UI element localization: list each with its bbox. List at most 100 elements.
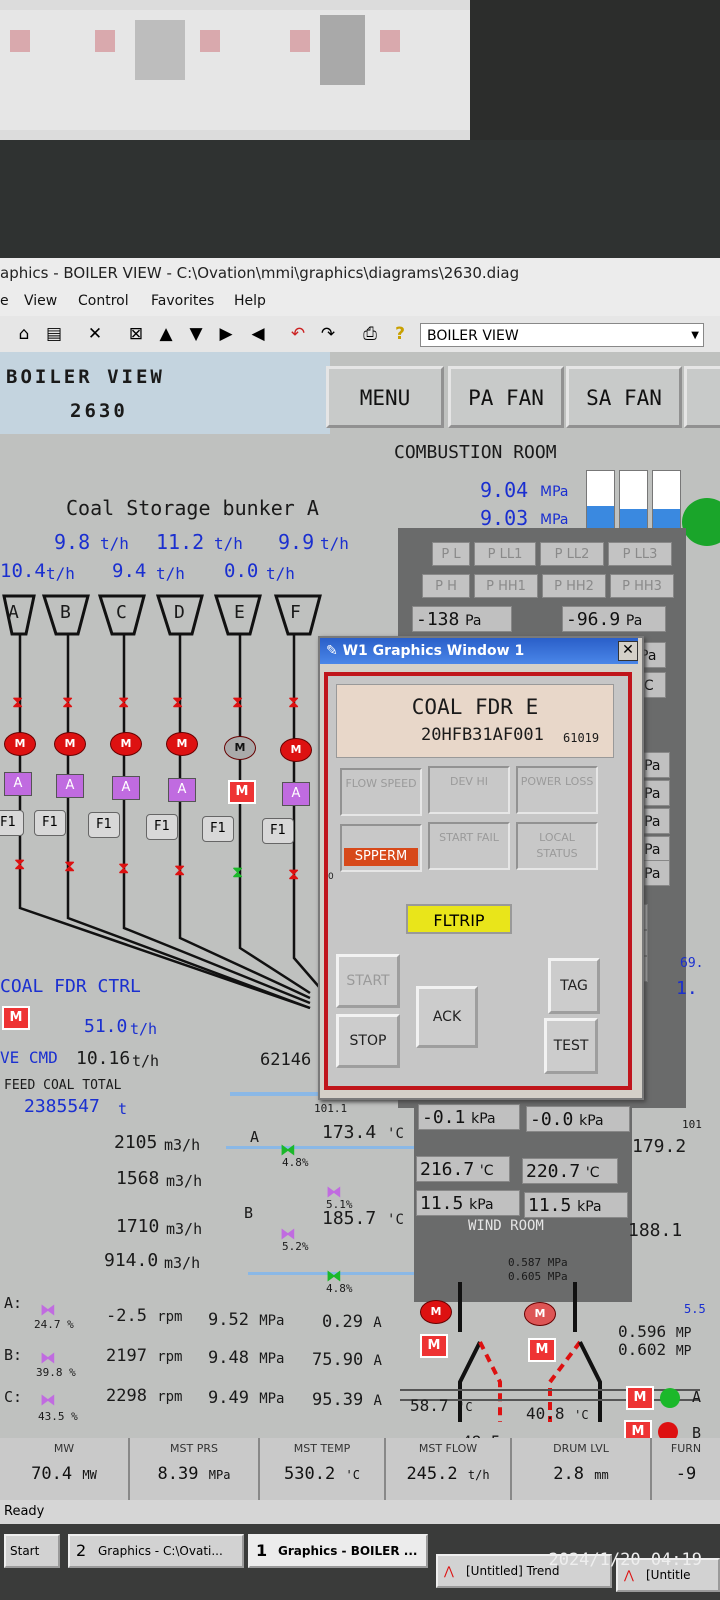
hopper-a-label: A xyxy=(8,602,19,623)
bunker-rate-4-unit: t/h xyxy=(46,564,75,583)
fan-a-manual-box[interactable]: M xyxy=(420,1334,448,1358)
lamp-p-l: P L xyxy=(432,542,470,566)
view-select-value: BOILER VIEW xyxy=(427,328,519,344)
manual-box-e[interactable]: M xyxy=(228,780,256,804)
back-icon[interactable]: ↶ xyxy=(288,324,308,344)
mill-a-valve-icon[interactable]: ⧓ xyxy=(40,1300,56,1319)
status-mst-flow: MST FLOW 245.2 t/h xyxy=(386,1438,512,1500)
f1-button-d[interactable]: F1 xyxy=(146,814,178,840)
dialog-close-button[interactable]: ✕ xyxy=(618,641,638,661)
furnace-pressure-1-value: -138 xyxy=(416,609,460,630)
device-name: COAL FDR E xyxy=(411,695,539,719)
home-icon[interactable]: ⌂ xyxy=(14,324,34,344)
nav-button-more[interactable] xyxy=(684,366,720,428)
pin-icon: ✎ xyxy=(326,643,338,659)
menu-favorites[interactable]: Favorites xyxy=(151,293,214,309)
task-graphics-ovation[interactable]: 2 Graphics - C:\Ovati... xyxy=(68,1534,244,1568)
print-icon[interactable]: ⎙ xyxy=(360,324,380,344)
auto-box-c[interactable]: A xyxy=(112,776,140,800)
window-title: aphics - BOILER VIEW - C:\Ovation\mmi\gr… xyxy=(0,258,720,288)
fan-b-motor[interactable]: M xyxy=(524,1302,556,1326)
valve-c2-icon[interactable]: ⧗ xyxy=(118,858,129,878)
feeder-motor-c[interactable]: M xyxy=(110,732,142,756)
damper-4-pct-value: 4.8 xyxy=(326,1282,346,1295)
dialog-title-bar[interactable]: ✎ W1 Graphics Window 1 xyxy=(320,638,638,664)
arrow-down-icon[interactable]: ▼ xyxy=(186,324,206,344)
bunker-rate-3: 9.9 xyxy=(278,530,315,554)
arrow-up-icon[interactable]: ▲ xyxy=(156,324,176,344)
valve-c1-icon[interactable]: ⧗ xyxy=(118,692,129,712)
zoom-icon[interactable]: ⊠ xyxy=(126,324,146,344)
fan-a-motor[interactable]: M xyxy=(420,1300,452,1324)
mill-c-rpm-unit: rpm xyxy=(157,1389,183,1405)
feeder-motor-a[interactable]: M xyxy=(4,732,36,756)
arrow-left-icon[interactable]: ◀ xyxy=(248,324,268,344)
start-button-taskbar[interactable]: Start xyxy=(4,1534,60,1568)
f1-button-e[interactable]: F1 xyxy=(202,816,234,842)
feeder-motor-e[interactable]: M xyxy=(224,736,256,760)
f1-button-f[interactable]: F1 xyxy=(262,818,294,844)
arrow-right-icon[interactable]: ▶ xyxy=(216,324,236,344)
damper-top-pct: 101.1 xyxy=(314,1102,348,1115)
valve-b1-icon[interactable]: ⧗ xyxy=(62,692,73,712)
valve-d1-icon[interactable]: ⧗ xyxy=(172,692,183,712)
f1-button-c[interactable]: F1 xyxy=(88,812,120,838)
status-mw-unit: MW xyxy=(82,1468,97,1482)
view-select[interactable]: BOILER VIEW ▼ xyxy=(420,323,704,347)
test-button[interactable]: TEST xyxy=(544,1018,598,1074)
valve-f2-icon[interactable]: ⧗ xyxy=(288,864,299,884)
sa-fan-button[interactable]: SA FAN xyxy=(566,366,682,428)
status-mst-flow-value: 245.2 t/h xyxy=(386,1464,510,1484)
feeder-motor-f[interactable]: M xyxy=(280,738,312,762)
flow-2-unit: m3/h xyxy=(166,1172,203,1190)
mill-c-valve-icon[interactable]: ⧓ xyxy=(40,1390,56,1409)
valve-b2-icon[interactable]: ⧗ xyxy=(64,856,75,876)
auto-box-a[interactable]: A xyxy=(4,772,32,796)
auto-box-d[interactable]: A xyxy=(168,778,196,802)
help-icon[interactable]: ? xyxy=(390,324,410,344)
mill-a-mpa: 9.52 MPa xyxy=(208,1310,285,1330)
menu-control[interactable]: Control xyxy=(78,293,129,309)
status-mst-prs-value: 8.39 MPa xyxy=(130,1464,258,1484)
f1-button-a[interactable]: F1 xyxy=(0,810,24,836)
mill-c-amp: 95.39 A xyxy=(312,1390,382,1410)
fan-b-manual-box[interactable]: M xyxy=(528,1338,556,1362)
valve-a2-icon[interactable]: ⧗ xyxy=(14,854,25,874)
menu-view[interactable]: View xyxy=(24,293,57,309)
mill-b-valve-icon[interactable]: ⧓ xyxy=(40,1348,56,1367)
status-mw: MW 70.4 MW xyxy=(0,1438,130,1500)
cmd-value: 10.16 xyxy=(76,1048,131,1069)
feeder-motor-b[interactable]: M xyxy=(54,732,86,756)
right-value-3: 5.5 xyxy=(684,1302,706,1316)
ack-button[interactable]: ACK xyxy=(416,986,478,1048)
valve-f1-icon[interactable]: ⧗ xyxy=(288,692,299,712)
close-icon[interactable]: ✕ xyxy=(85,324,105,344)
fan-c-manual-box[interactable]: M xyxy=(626,1386,654,1410)
menu-button[interactable]: MENU xyxy=(326,366,444,428)
valve-a1-icon[interactable]: ⧗ xyxy=(12,692,23,712)
coal-ctrl-manual-box[interactable]: M xyxy=(2,1006,30,1030)
auto-box-b[interactable]: A xyxy=(56,774,84,798)
forward-icon[interactable]: ↷ xyxy=(318,324,338,344)
task-graphics-boiler[interactable]: 1 Graphics - BOILER ... xyxy=(248,1534,428,1568)
valve-d2-icon[interactable]: ⧗ xyxy=(174,860,185,880)
stop-button[interactable]: STOP xyxy=(336,1014,400,1068)
f1-button-b[interactable]: F1 xyxy=(34,810,66,836)
feeder-motor-d[interactable]: M xyxy=(166,732,198,756)
valve-e2-icon[interactable]: ⧗ xyxy=(232,862,243,882)
pa-fan-button[interactable]: PA FAN xyxy=(448,366,564,428)
menu-help[interactable]: Help xyxy=(234,293,266,309)
status-summary: MW 70.4 MW MST PRS 8.39 MPa MST TEMP 530… xyxy=(0,1438,720,1500)
folder-icon[interactable]: ▤ xyxy=(44,324,64,344)
hopper-d-label: D xyxy=(174,602,185,623)
hopper-f-label: F xyxy=(290,602,301,623)
status-mw-value: 70.4 MW xyxy=(0,1464,128,1484)
tag-button[interactable]: TAG xyxy=(548,958,600,1014)
small-press-1: 0.587 MPa xyxy=(508,1256,568,1269)
mill-c-pct-unit: % xyxy=(71,1410,78,1423)
valve-e1-icon[interactable]: ⧗ xyxy=(232,692,243,712)
menu-file[interactable]: e xyxy=(0,293,9,309)
dialog-zero-label: 0 xyxy=(328,872,334,882)
auto-box-f[interactable]: A xyxy=(282,782,310,806)
start-button[interactable]: START xyxy=(336,954,400,1008)
